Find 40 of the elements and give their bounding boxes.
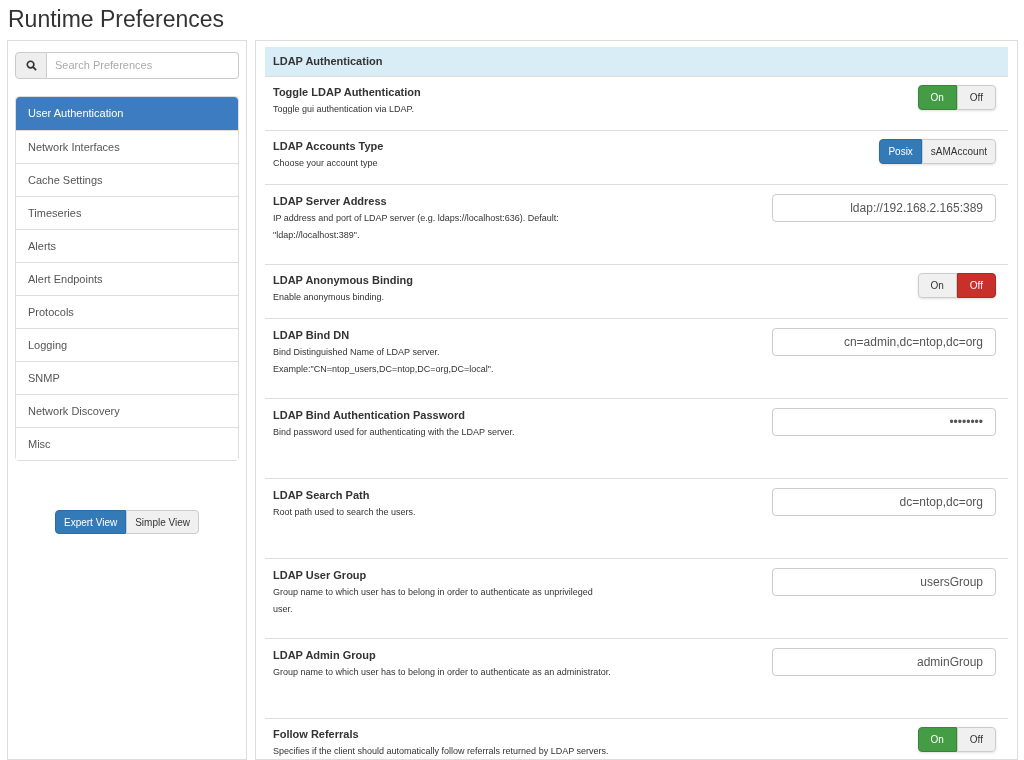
setting-title: LDAP Bind DN <box>273 328 351 343</box>
menu-item[interactable]: Misc <box>16 427 238 460</box>
setting-title: LDAP Admin Group <box>273 648 377 663</box>
setting-title: LDAP Search Path <box>273 488 371 503</box>
option-button[interactable]: Posix <box>879 139 922 164</box>
setting-title: Follow Referrals <box>273 727 360 742</box>
text-field[interactable]: dc=ntop,dc=org <box>772 488 996 516</box>
text-field[interactable]: cn=admin,dc=ntop,dc=org <box>772 328 996 356</box>
setting-description: Specifies if the client should automatically follow referrals returned by LDAP servers. <box>273 745 610 758</box>
setting-title: LDAP Anonymous Binding <box>273 273 414 288</box>
text-field[interactable]: usersGroup <box>772 568 996 596</box>
setting-title: LDAP Bind Authentication Password <box>273 408 466 423</box>
setting-description: Bind Distinguished Name of LDAP server. Example:"CN=ntop_users,DC=ntop,DC=org,DC=local". <box>273 346 495 376</box>
setting-title: LDAP Accounts Type <box>273 139 385 154</box>
setting-description: Enable anonymous binding. <box>273 291 386 304</box>
setting-description: IP address and port of LDAP server (e.g. ldaps://localhost:636). Default: "ldap://localhost:389". <box>273 212 560 242</box>
setting-description: Bind password used for authenticating with the LDAP server. <box>273 426 516 439</box>
off-button[interactable]: Off <box>956 727 996 752</box>
on-button[interactable]: On <box>917 273 957 298</box>
option-button[interactable]: sAMAccount <box>921 139 996 164</box>
search-field[interactable]: Search Preferences <box>47 52 239 79</box>
setting-description: Group name to which user has to belong in order to authenticate as unprivileged user. <box>273 586 594 616</box>
setting-description: Group name to which user has to belong in order to authenticate as an administrator. <box>273 666 611 679</box>
off-button[interactable]: Off <box>956 273 996 298</box>
search-icon <box>25 60 37 71</box>
text-field[interactable]: •••••••• <box>772 408 996 436</box>
setting-description: Toggle gui authentication via LDAP. <box>273 103 415 116</box>
view-button[interactable]: Simple View <box>126 510 199 534</box>
menu-item[interactable]: User Authentication <box>16 97 238 130</box>
section-header: LDAP Authentication <box>265 47 1008 77</box>
text-field[interactable]: adminGroup <box>772 648 996 676</box>
setting-title: LDAP Server Address <box>273 194 388 209</box>
view-button[interactable]: Expert View <box>55 510 127 534</box>
setting-description: Root path used to search the users. <box>273 506 417 519</box>
off-button[interactable]: Off <box>956 85 996 110</box>
page-title: Runtime Preferences <box>7 5 226 34</box>
text-field[interactable]: ldap://192.168.2.165:389 <box>772 194 996 222</box>
setting-title: Toggle LDAP Authentication <box>273 85 422 100</box>
setting-description: Choose your account type <box>273 157 379 170</box>
setting-title: LDAP User Group <box>273 568 368 583</box>
